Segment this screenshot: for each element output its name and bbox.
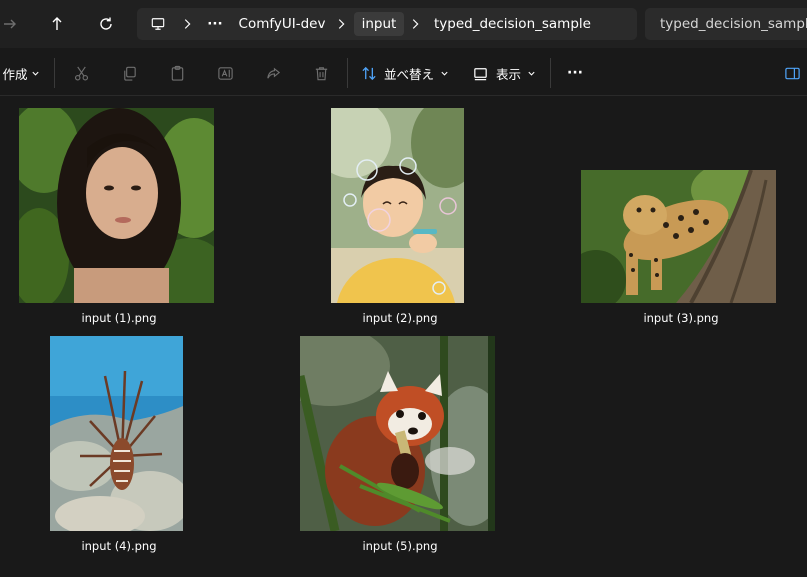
command-bar: 作成 並べ替え 表示 ··· <box>0 48 807 96</box>
toolbar-divider <box>347 58 348 88</box>
sort-button[interactable]: 並べ替え <box>360 58 450 88</box>
delete-button[interactable] <box>307 58 335 88</box>
refresh-button[interactable] <box>90 8 122 40</box>
forward-arrow-icon <box>4 19 16 29</box>
file-name[interactable]: input (4).png <box>19 539 219 553</box>
view-label: 表示 <box>495 66 521 82</box>
breadcrumb-typed-decision-sample[interactable]: typed_decision_sample <box>434 8 591 40</box>
share-icon <box>266 67 280 78</box>
delete-icon <box>315 66 327 80</box>
up-button[interactable] <box>41 8 73 40</box>
chevron-down-icon <box>528 71 535 76</box>
details-pane-button[interactable] <box>778 58 806 88</box>
share-button[interactable] <box>259 58 287 88</box>
refresh-icon <box>100 17 112 30</box>
thumbnail-input-2[interactable] <box>331 108 464 303</box>
sort-icon <box>362 66 376 80</box>
search-field[interactable]: typed_decision_sample <box>645 8 807 40</box>
navigation-bar: ··· ComfyUI-dev input typed_decision_sam… <box>0 0 807 48</box>
breadcrumb-separator[interactable] <box>407 8 423 40</box>
view-button[interactable]: 表示 <box>470 58 538 88</box>
breadcrumb-input[interactable]: input <box>354 12 404 36</box>
breadcrumb-separator[interactable] <box>333 8 349 40</box>
breadcrumb-overflow-button[interactable]: ··· <box>203 8 227 40</box>
copy-button[interactable] <box>115 58 143 88</box>
file-name[interactable]: input (1).png <box>19 311 219 325</box>
thumbnail-input-5[interactable] <box>300 336 495 531</box>
file-name[interactable]: input (2).png <box>300 311 500 325</box>
new-label: 作成 <box>2 66 28 82</box>
chevron-right-icon <box>412 19 419 29</box>
forward-button[interactable] <box>0 8 26 40</box>
cut-button[interactable] <box>67 58 95 88</box>
portrait-woman-image <box>19 108 214 303</box>
rename-button[interactable] <box>211 58 239 88</box>
child-bubbles-image <box>331 108 464 303</box>
rename-icon <box>217 66 233 80</box>
address-bar[interactable]: ··· ComfyUI-dev input typed_decision_sam… <box>137 8 637 40</box>
cut-icon <box>74 66 88 80</box>
toolbar-divider <box>54 58 55 88</box>
monitor-icon <box>151 18 165 30</box>
chevron-down-icon <box>31 71 39 76</box>
chevron-down-icon <box>441 71 448 76</box>
details-pane-icon <box>784 67 800 79</box>
view-icon <box>474 67 487 80</box>
up-arrow-icon <box>52 17 62 30</box>
thumbnail-input-1[interactable] <box>19 108 214 303</box>
breadcrumb-comfyui-dev[interactable]: ComfyUI-dev <box>234 8 330 40</box>
red-panda-image <box>300 336 495 531</box>
sort-label: 並べ替え <box>383 66 434 82</box>
copy-icon <box>123 66 136 81</box>
paste-button[interactable] <box>163 58 191 88</box>
chevron-right-icon <box>338 19 345 29</box>
new-button[interactable]: 作成 <box>0 58 42 88</box>
lionfish-reef-image <box>50 336 183 531</box>
file-name[interactable]: input (3).png <box>581 311 781 325</box>
see-more-button[interactable]: ··· <box>562 58 588 88</box>
leopard-tree-image <box>581 170 776 303</box>
thumbnail-input-4[interactable] <box>50 336 183 531</box>
file-name[interactable]: input (5).png <box>300 539 500 553</box>
thumbnail-input-3[interactable] <box>581 170 776 303</box>
toolbar-divider <box>550 58 551 88</box>
paste-icon <box>171 65 183 81</box>
this-pc-button[interactable] <box>147 8 169 40</box>
breadcrumb-separator[interactable] <box>179 8 195 40</box>
chevron-right-icon <box>184 19 191 29</box>
